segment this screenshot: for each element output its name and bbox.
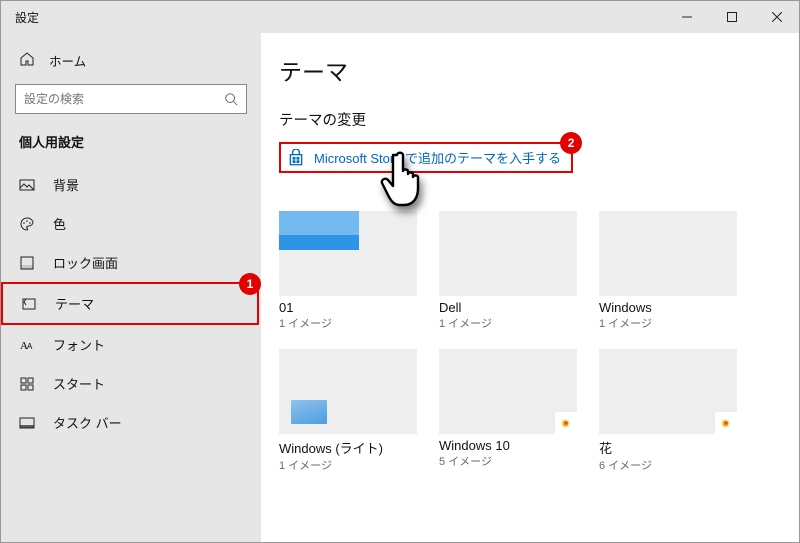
sidebar-item-lockscreen[interactable]: ロック画面 (1, 243, 261, 282)
page-heading: テーマ (279, 53, 781, 87)
search-icon (224, 92, 238, 106)
window-title: 設定 (15, 9, 39, 26)
titlebar-controls (664, 1, 799, 33)
theme-caption: 01 (279, 300, 417, 315)
sidebar-item-fonts[interactable]: AA フォント (1, 325, 261, 364)
theme-item[interactable]: Windows 10 5 イメージ (439, 349, 577, 473)
theme-thumbnail (439, 349, 577, 434)
theme-item[interactable]: Windows 1 イメージ (599, 211, 737, 331)
lockscreen-icon (19, 255, 35, 271)
theme-thumbnail (599, 211, 737, 296)
sidebar-item-themes[interactable]: テーマ 1 (1, 282, 259, 325)
minimize-icon (682, 12, 692, 22)
home-label: ホーム (49, 51, 86, 70)
sidebar-item-start[interactable]: スタート (1, 364, 261, 403)
theme-subcaption: 6 イメージ (599, 457, 737, 473)
theme-thumbnail (439, 211, 577, 296)
svg-text:A: A (27, 342, 33, 351)
theme-subcaption: 1 イメージ (439, 315, 577, 331)
theme-caption: Windows (599, 300, 737, 315)
sidebar-item-label: 背景 (53, 175, 79, 194)
sidebar-item-colors[interactable]: 色 (1, 204, 261, 243)
theme-thumbnail (279, 211, 417, 296)
maximize-icon (727, 12, 737, 22)
home-icon (19, 51, 35, 70)
image-icon (19, 177, 35, 193)
minimize-button[interactable] (664, 1, 709, 33)
sidebar-item-label: テーマ (55, 294, 94, 313)
sidebar-item-label: タスク バー (53, 413, 122, 432)
annotation-badge-1: 1 (239, 273, 261, 295)
theme-subcaption: 1 イメージ (599, 315, 737, 331)
close-icon (772, 12, 782, 22)
annotation-badge-2: 2 (560, 132, 582, 154)
section-subheading: テーマの変更 (279, 109, 781, 130)
theme-caption: 花 (599, 438, 737, 457)
theme-item[interactable]: Dell 1 イメージ (439, 211, 577, 331)
theme-thumbnail (599, 349, 737, 434)
sidebar-item-background[interactable]: 背景 (1, 165, 261, 204)
dynamic-theme-icon (715, 412, 737, 434)
main-panel: テーマ テーマの変更 Microsoft Store で追加のテーマを入手する … (261, 33, 799, 542)
theme-thumbnail (279, 349, 417, 434)
theme-subcaption: 1 イメージ (279, 315, 417, 331)
themes-grid: 01 1 イメージ Dell 1 イメージ Windows 1 イメージ Win… (279, 211, 781, 473)
font-icon: AA (19, 337, 35, 353)
theme-item[interactable]: 花 6 イメージ (599, 349, 737, 473)
search-input[interactable] (24, 92, 224, 106)
home-button[interactable]: ホーム (1, 45, 261, 84)
theme-subcaption: 5 イメージ (439, 453, 577, 469)
theme-subcaption: 1 イメージ (279, 457, 417, 473)
dynamic-theme-icon (555, 412, 577, 434)
start-icon (19, 376, 35, 392)
theme-caption: Windows (ライト) (279, 438, 417, 457)
store-link-label: Microsoft Store で追加のテーマを入手する (314, 148, 561, 167)
sidebar-item-taskbar[interactable]: タスク バー (1, 403, 261, 442)
taskbar-icon (19, 415, 35, 431)
sidebar: ホーム 個人用設定 背景 色 ロック画面 テーマ 1 AA フォント (1, 33, 261, 542)
theme-caption: Windows 10 (439, 438, 577, 453)
titlebar: 設定 (1, 1, 799, 33)
sidebar-item-label: フォント (53, 335, 105, 354)
store-link[interactable]: Microsoft Store で追加のテーマを入手する 2 (279, 142, 573, 173)
theme-caption: Dell (439, 300, 577, 315)
sidebar-item-label: 色 (53, 214, 66, 233)
search-box[interactable] (15, 84, 247, 114)
sidebar-item-label: スタート (53, 374, 105, 393)
theme-item[interactable]: 01 1 イメージ (279, 211, 417, 331)
maximize-button[interactable] (709, 1, 754, 33)
store-icon (287, 149, 305, 167)
palette-icon (19, 216, 35, 232)
category-label: 個人用設定 (1, 132, 261, 165)
theme-item[interactable]: Windows (ライト) 1 イメージ (279, 349, 417, 473)
close-button[interactable] (754, 1, 799, 33)
themes-icon (21, 296, 37, 312)
sidebar-item-label: ロック画面 (53, 253, 118, 272)
